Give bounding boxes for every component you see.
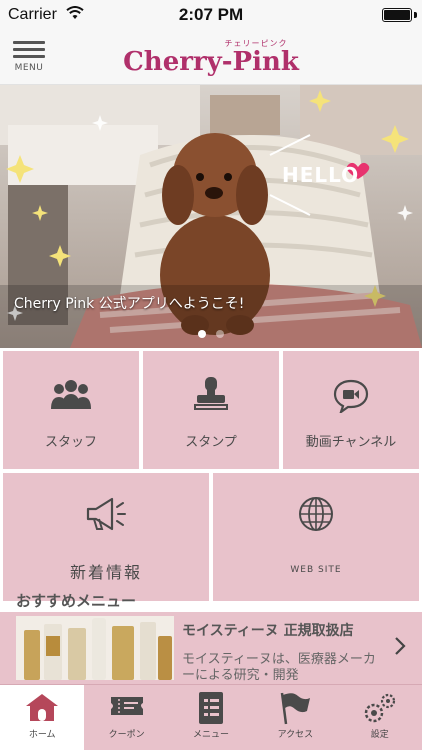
carousel-dots — [0, 330, 422, 338]
clock: 2:07 PM — [178, 5, 244, 24]
recommend-item-description: モイスティーヌは、医療器メーカーによる研究・開発 — [182, 652, 376, 683]
section-title: おすすめメニュー — [16, 592, 137, 610]
tab-bar: ホーム クーポン メニュー アクセス 設定 — [0, 684, 422, 750]
tab-menu-label: メニュー — [192, 730, 229, 740]
staff-label: スタッフ — [44, 435, 97, 450]
news-label: 新着情報 — [69, 563, 142, 582]
website-label: WEB SITE — [290, 565, 342, 575]
hero-carousel[interactable]: HELLO Cherry Pink 公式アプリへようこそ! — [0, 85, 422, 348]
globe-icon — [299, 497, 333, 531]
nav-bar: MENU チェリーピンク Cherry-Pink — [0, 30, 422, 85]
website-tile[interactable]: WEB SITE — [213, 473, 419, 601]
staff-icon — [51, 380, 91, 409]
chevron-right-icon — [395, 637, 406, 655]
tab-access-label: アクセス — [277, 730, 314, 740]
flag-icon — [281, 692, 311, 725]
megaphone-icon — [86, 497, 126, 531]
tab-home[interactable]: ホーム — [0, 685, 85, 750]
carousel-dot[interactable] — [216, 330, 224, 338]
settings-gears-icon — [364, 693, 395, 723]
tab-home-label: ホーム — [28, 730, 56, 740]
carousel-dot-active[interactable] — [198, 330, 206, 338]
video-channel-label: 動画チャンネル — [305, 435, 397, 450]
recommend-item-title: モイスティーヌ 正規取扱店 — [182, 623, 354, 639]
staff-tile[interactable]: スタッフ — [3, 351, 139, 469]
tab-settings-label: 設定 — [370, 730, 389, 740]
tab-coupon[interactable]: クーポン — [84, 685, 168, 750]
product-image — [16, 616, 174, 680]
stamp-tile[interactable]: スタンプ — [143, 351, 279, 469]
news-tile[interactable]: 新着情報 — [3, 473, 209, 601]
battery-tip — [414, 12, 417, 18]
video-channel-icon — [333, 379, 369, 413]
coupon-icon — [110, 697, 143, 715]
stamp-icon — [194, 377, 228, 410]
recommend-item[interactable]: モイスティーヌ 正規取扱店 モイスティーヌは、医療器メーカーによる研究・開発 — [0, 612, 422, 684]
hello-overlay-text: HELLO — [282, 163, 360, 187]
tab-menu[interactable]: メニュー — [169, 685, 253, 750]
battery-icon — [382, 8, 412, 22]
feature-grid: スタッフ スタンプ 動画チャンネル 新着情報 WEB SITE — [0, 348, 422, 608]
video-channel-tile[interactable]: 動画チャンネル — [283, 351, 419, 469]
menu-book-icon — [198, 692, 223, 724]
logo-text: Cherry-Pink — [123, 47, 299, 77]
tab-settings[interactable]: 設定 — [338, 685, 422, 750]
app-logo: チェリーピンク Cherry-Pink — [0, 38, 422, 76]
tab-coupon-label: クーポン — [108, 730, 145, 740]
hero-caption: Cherry Pink 公式アプリへようこそ! — [14, 296, 245, 312]
stamp-label: スタンプ — [185, 435, 237, 450]
home-icon — [26, 694, 59, 721]
status-bar: Carrier 2:07 PM — [0, 0, 422, 30]
tab-access[interactable]: アクセス — [253, 685, 337, 750]
